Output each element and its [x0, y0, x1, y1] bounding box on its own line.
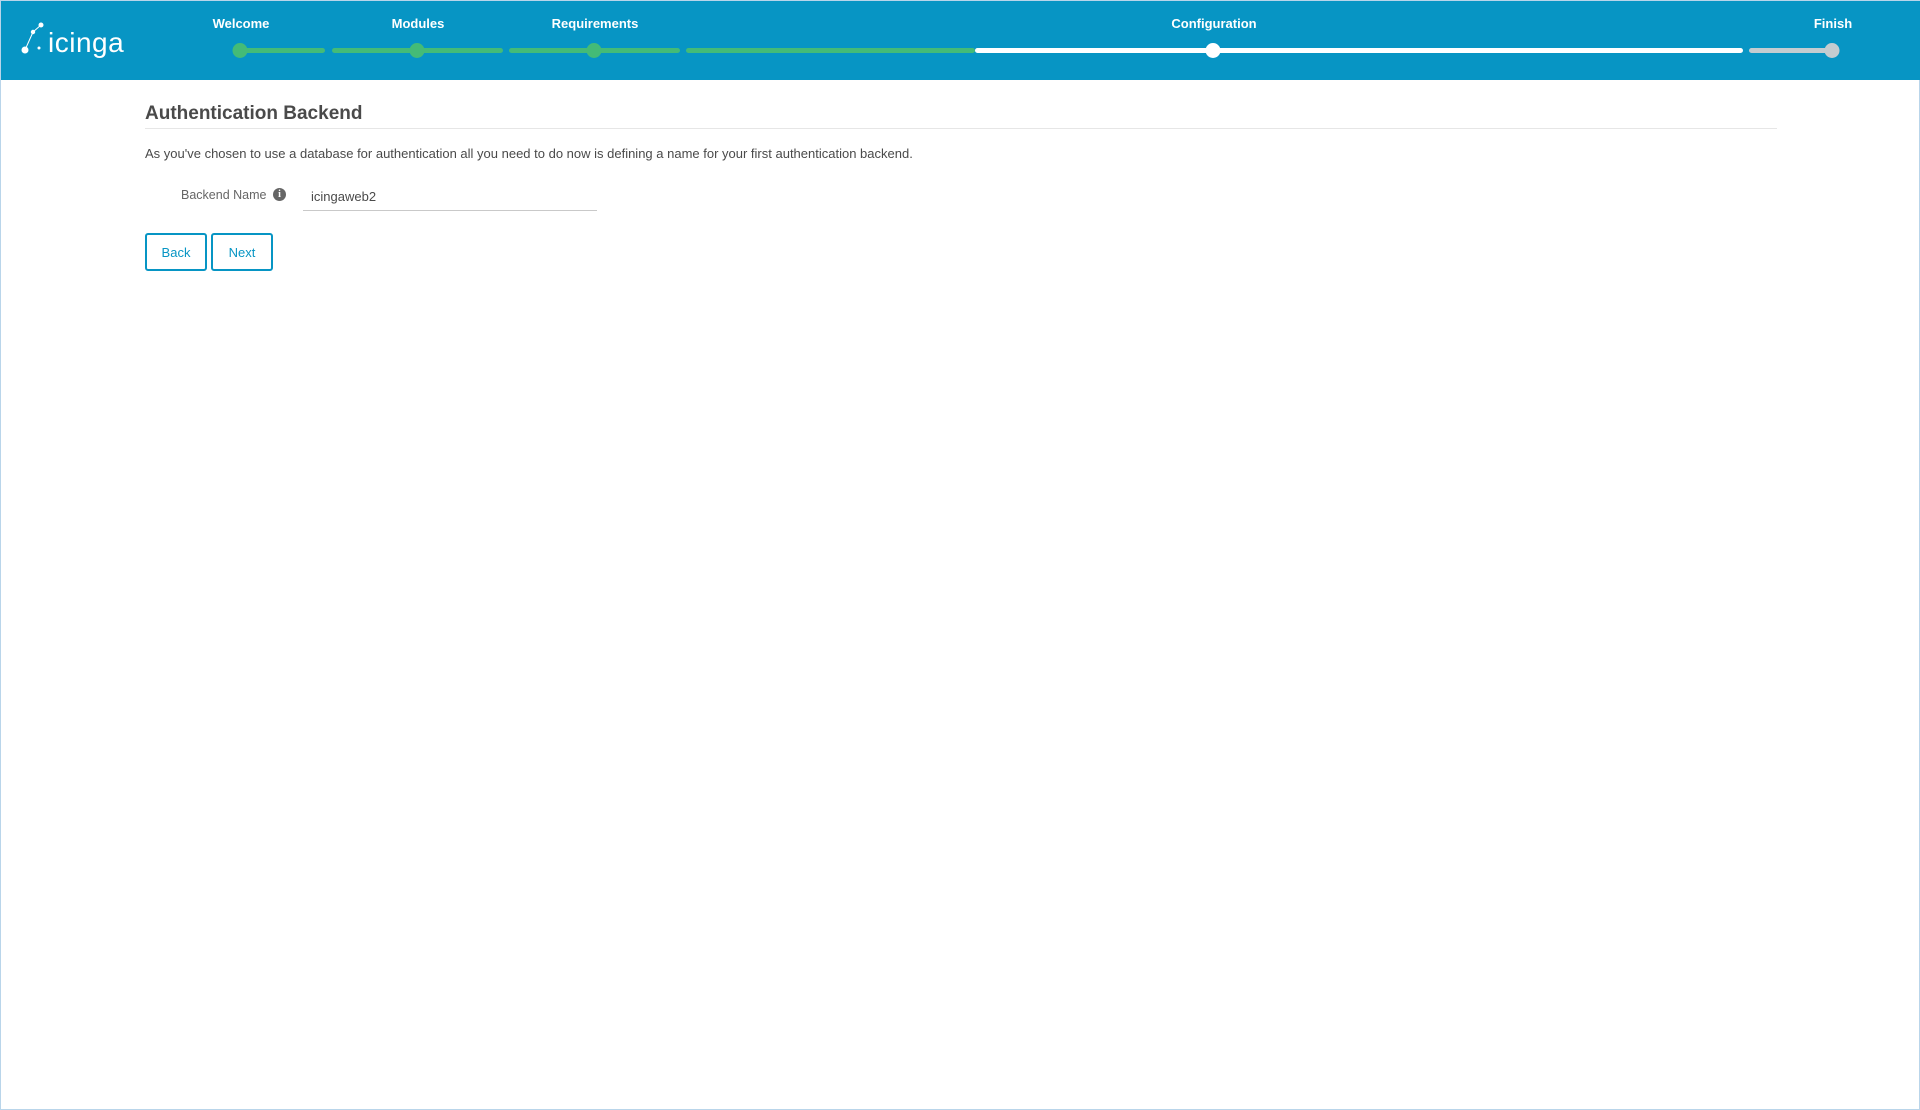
backend-name-row: Backend Name i	[145, 183, 1777, 213]
backend-name-label: Backend Name	[181, 188, 267, 202]
step-modules-dot	[409, 43, 425, 58]
step-welcome-dot	[232, 43, 248, 58]
progress-finish	[1749, 48, 1835, 53]
progress-configuration-done	[686, 48, 975, 53]
title-divider	[145, 128, 1777, 129]
step-requirements-label: Requirements	[551, 16, 639, 31]
step-configuration-dot	[1205, 43, 1221, 58]
back-button[interactable]: Back	[145, 233, 207, 271]
logo-wordmark: icinga	[48, 27, 125, 58]
step-finish-label: Finish	[1813, 16, 1853, 31]
step-requirements-dot	[586, 43, 602, 58]
app-window: icinga Welcome Modules Requirements Conf…	[0, 0, 1920, 1110]
wizard-header: icinga Welcome Modules Requirements Conf…	[1, 1, 1920, 80]
step-welcome-label: Welcome	[212, 16, 270, 31]
step-finish-dot	[1824, 43, 1840, 58]
logo-icon	[21, 22, 44, 54]
form-actions: Back Next	[145, 233, 1777, 271]
backend-name-input[interactable]	[303, 183, 597, 211]
step-configuration-label: Configuration	[1171, 16, 1257, 31]
progress-configuration-current	[975, 48, 1743, 53]
page-title: Authentication Backend	[145, 103, 363, 124]
info-icon[interactable]: i	[273, 188, 286, 201]
page-description: As you've chosen to use a database for a…	[145, 146, 913, 161]
main-content: Authentication Backend As you've chosen …	[145, 101, 1777, 271]
step-modules-label: Modules	[391, 16, 445, 31]
icinga-logo: icinga	[21, 21, 136, 63]
next-button[interactable]: Next	[211, 233, 273, 271]
